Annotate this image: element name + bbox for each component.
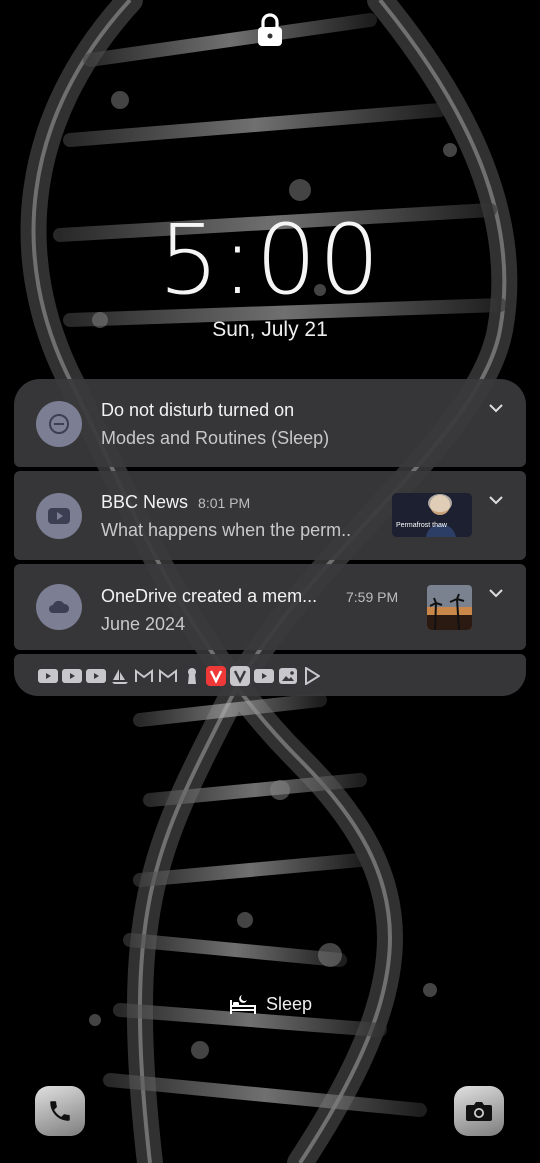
phone-shortcut-button[interactable] xyxy=(35,1086,85,1136)
onedrive-app-icon xyxy=(36,584,82,630)
notification-title: BBC News 8:01 PM xyxy=(101,492,250,513)
youtube-app-icon xyxy=(36,493,82,539)
phone-icon xyxy=(50,1101,70,1121)
youtube-icon xyxy=(254,666,274,686)
dnd-icon xyxy=(49,414,69,434)
dnd-app-icon xyxy=(36,401,82,447)
notification-body: June 2024 xyxy=(101,614,186,634)
vivaldi-icon xyxy=(206,666,226,686)
sleep-mode-indicator[interactable]: Sleep xyxy=(228,992,312,1016)
notification-time: 8:01 PM xyxy=(198,495,251,511)
notification-title: OneDrive created a mem... 7:59 PM xyxy=(101,586,398,607)
notification-app-name: OneDrive created a mem... xyxy=(101,586,318,606)
youtube-icon xyxy=(48,508,70,524)
youtube-icon xyxy=(62,666,82,686)
sailboat-icon xyxy=(110,666,130,686)
notification-icon-row[interactable] xyxy=(14,654,526,696)
lock-icon[interactable] xyxy=(256,12,284,48)
youtube-icon xyxy=(86,666,106,686)
cloud-icon xyxy=(49,600,70,613)
gmail-icon xyxy=(158,666,178,686)
bed-icon xyxy=(230,995,256,1014)
clock-date: Sun, July 21 xyxy=(212,318,328,341)
gmail-icon xyxy=(134,666,154,686)
video-thumbnail: Permafrost thaw xyxy=(392,493,472,537)
notification-time: 7:59 PM xyxy=(346,589,399,605)
play-store-icon xyxy=(302,666,322,686)
chevron-down-icon[interactable] xyxy=(488,495,504,505)
notification-app-name: BBC News xyxy=(101,492,189,512)
gallery-icon xyxy=(278,666,298,686)
clock-time: 5:00 xyxy=(158,204,382,316)
mode-label: Sleep xyxy=(266,993,313,1014)
notification-dnd[interactable]: Do not disturb turned on Modes and Routi… xyxy=(14,379,526,467)
camera-icon xyxy=(466,1102,492,1121)
chevron-down-icon[interactable] xyxy=(488,403,504,413)
chevron-down-icon[interactable] xyxy=(488,588,504,598)
notification-onedrive[interactable]: OneDrive created a mem... 7:59 PM June 20… xyxy=(14,564,526,650)
youtube-icon xyxy=(38,666,58,686)
keyhole-icon xyxy=(182,666,202,686)
notification-bbc-news[interactable]: BBC News 8:01 PM What happens when the pe… xyxy=(14,471,526,560)
memory-thumbnail xyxy=(427,585,472,630)
thumbnail-caption: Permafrost thaw xyxy=(396,522,447,529)
notification-title: Do not disturb turned on xyxy=(101,400,295,420)
notification-body: Modes and Routines (Sleep) xyxy=(101,428,330,448)
notification-body: What happens when the perm.. xyxy=(101,520,352,540)
camera-shortcut-button[interactable] xyxy=(454,1086,504,1136)
vivaldi-icon xyxy=(230,666,250,686)
